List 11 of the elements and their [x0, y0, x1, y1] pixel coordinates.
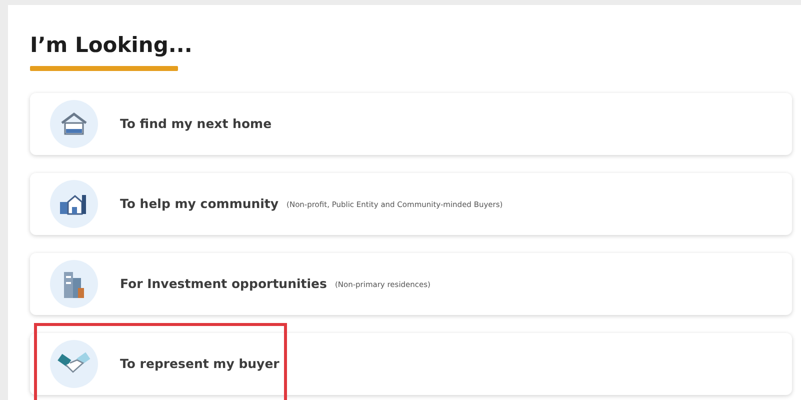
handshake-icon — [50, 340, 98, 388]
option-label: For Investment opportunities — [120, 274, 327, 293]
option-card[interactable]: To represent my buyer — [30, 333, 792, 396]
buildings-icon — [50, 260, 98, 308]
option-label: To find my next home — [120, 114, 272, 133]
house-icon — [50, 100, 98, 148]
option-card[interactable]: To find my next home — [30, 93, 792, 156]
heading: I’m Looking... — [30, 33, 194, 58]
option-label: To represent my buyer — [120, 354, 280, 373]
option-label: To help my community — [120, 194, 279, 213]
community-icon — [50, 180, 98, 228]
